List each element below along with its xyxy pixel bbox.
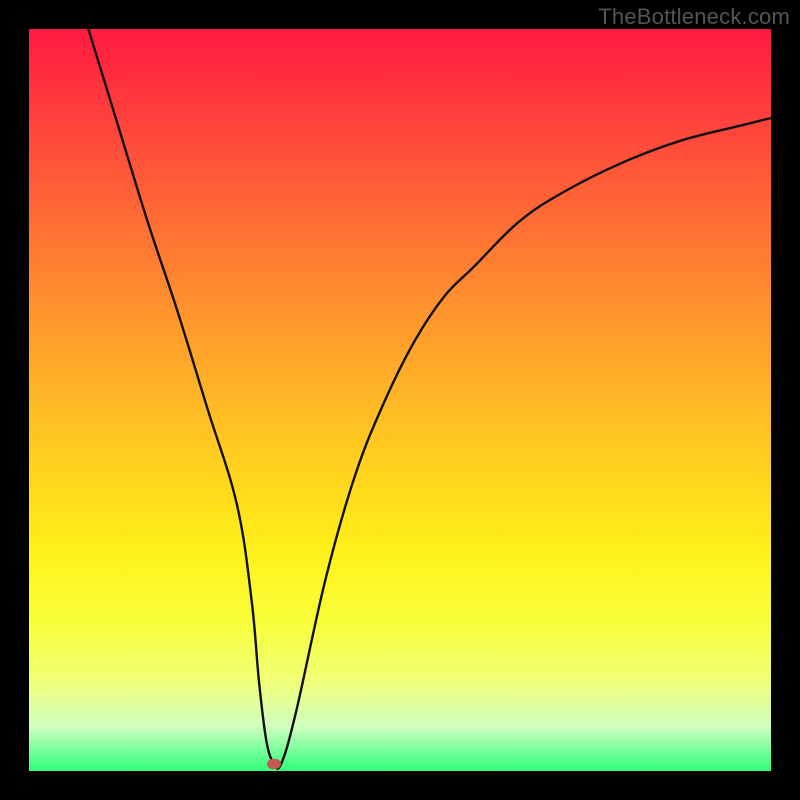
watermark-text: TheBottleneck.com <box>598 4 790 30</box>
bottleneck-curve <box>29 29 771 771</box>
optimum-marker <box>267 759 281 769</box>
plot-area <box>29 29 771 771</box>
chart-frame: TheBottleneck.com <box>0 0 800 800</box>
curve-path <box>88 29 771 769</box>
